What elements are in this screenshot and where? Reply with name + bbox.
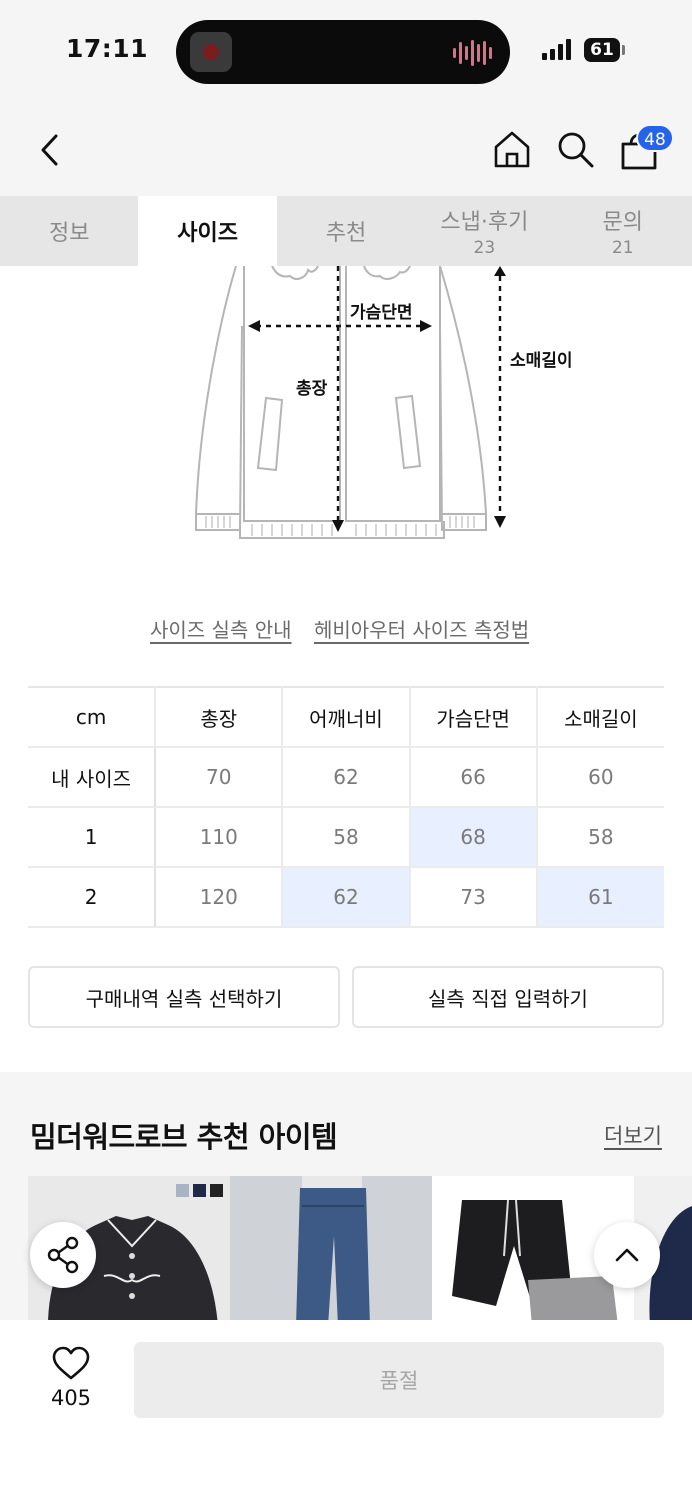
header-unit: cm (28, 686, 157, 748)
header-shoulder: 어깨너비 (281, 686, 411, 748)
table-cell-highlighted: 68 (408, 806, 538, 868)
cart-count-badge: 48 (636, 124, 674, 152)
chest-label: 가슴단면 (350, 303, 413, 323)
audio-waveform-icon (453, 40, 492, 66)
chevron-up-icon (615, 1248, 639, 1262)
like-count: 405 (50, 1386, 92, 1410)
table-cell-highlighted: 61 (535, 866, 664, 928)
table-cell: 110 (154, 806, 284, 868)
now-playing-app-icon (190, 32, 232, 72)
heart-icon[interactable] (40, 1344, 102, 1384)
product-image-jeans (296, 1176, 370, 1326)
measure-guide-link[interactable]: 헤비아우터 사이즈 측정법 (314, 614, 529, 643)
table-row: 2 120 62 73 61 (28, 866, 664, 928)
soldout-button: 품절 (134, 1342, 664, 1418)
table-cell: 58 (535, 806, 664, 868)
battery-nub (622, 45, 625, 55)
table-header-row: cm 총장 어깨너비 가슴단면 소매길이 (28, 686, 664, 748)
direct-input-size-button[interactable]: 실측 직접 입력하기 (352, 966, 664, 1028)
status-time: 17:11 (66, 34, 149, 63)
table-cell-highlighted: 62 (281, 866, 411, 928)
table-cell: 60 (535, 746, 664, 808)
home-icon[interactable] (491, 128, 533, 170)
table-cell: 120 (154, 866, 284, 928)
row-label-size-1: 1 (28, 806, 157, 868)
battery-icon: 61 (584, 38, 620, 62)
tab-inquiry[interactable]: 문의 21 (554, 196, 692, 266)
table-cell: 70 (154, 746, 284, 808)
select-purchase-size-button[interactable]: 구매내역 실측 선택하기 (28, 966, 340, 1028)
app-header (0, 104, 692, 196)
share-icon (47, 1236, 79, 1274)
detail-tabs: 정보 사이즈 추천 스냅·후기 23 문의 21 (0, 196, 692, 266)
size-guide-link[interactable]: 사이즈 실측 안내 (150, 614, 292, 643)
back-arrow-icon[interactable] (30, 130, 70, 170)
recommend-more-link[interactable]: 더보기 (604, 1120, 662, 1150)
row-label-my-size: 내 사이즈 (28, 746, 157, 808)
sleeve-label: 소매길이 (510, 351, 573, 371)
scroll-top-button[interactable] (594, 1222, 660, 1288)
search-icon[interactable] (554, 128, 596, 170)
tab-snap-review[interactable]: 스냅·후기 23 (415, 196, 553, 266)
dynamic-island (176, 20, 510, 84)
header-sleeve: 소매길이 (535, 686, 664, 748)
length-label: 총장 (296, 379, 328, 399)
tab-size[interactable]: 사이즈 (138, 196, 277, 266)
table-row: 내 사이즈 70 62 66 60 (28, 746, 664, 808)
table-cell: 73 (408, 866, 538, 928)
tab-info[interactable]: 정보 (0, 196, 138, 266)
size-table: cm 총장 어깨너비 가슴단면 소매길이 내 사이즈 70 62 66 60 1… (28, 686, 664, 928)
row-label-size-2: 2 (28, 866, 157, 928)
cellular-signal-icon (542, 38, 571, 60)
recommend-title: 밈더워드로브 추천 아이템 (30, 1120, 338, 1154)
share-button[interactable] (30, 1222, 96, 1288)
header-length: 총장 (154, 686, 284, 748)
status-bar: 17:11 61 (0, 0, 692, 104)
sleeve-length-arrow (494, 266, 506, 528)
total-length-arrow (332, 266, 344, 532)
table-row: 1 110 58 68 58 (28, 806, 664, 868)
table-cell: 62 (281, 746, 411, 808)
product-card-jeans[interactable] (230, 1176, 432, 1326)
jacket-diagram-illustration (195, 265, 506, 539)
size-diagram: 가슴단면 총장 소매길이 (0, 265, 692, 586)
tab-recommend[interactable]: 추천 (277, 196, 415, 266)
header-chest: 가슴단면 (408, 686, 538, 748)
table-cell: 66 (408, 746, 538, 808)
table-cell: 58 (281, 806, 411, 868)
